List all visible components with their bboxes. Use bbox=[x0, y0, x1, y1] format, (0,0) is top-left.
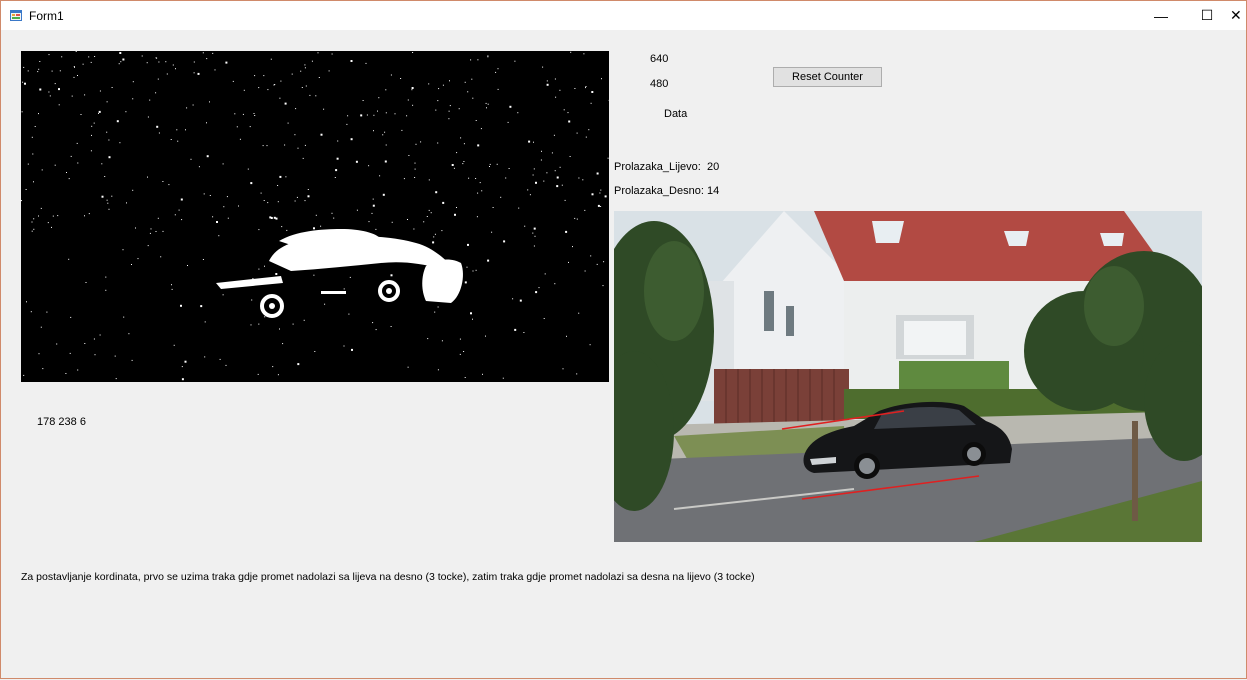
instructions-label: Za postavljanje kordinata, prvo se uzima… bbox=[21, 571, 755, 583]
camera-feed-image bbox=[614, 211, 1202, 542]
minimize-button[interactable]: — bbox=[1138, 1, 1184, 30]
frame-height-label: 480 bbox=[650, 78, 668, 90]
maximize-button[interactable]: ☐ bbox=[1184, 1, 1230, 30]
data-label: Data bbox=[664, 108, 687, 120]
close-icon: ✕ bbox=[1230, 7, 1242, 24]
title-bar[interactable]: Form1 — ☐ ✕ bbox=[1, 1, 1246, 30]
left-passes-count: 20 bbox=[707, 161, 719, 173]
pixel-value-readout: 178 238 6 bbox=[37, 416, 86, 428]
close-button[interactable]: ✕ bbox=[1230, 1, 1247, 30]
left-passes-label: Prolazaka_Lijevo: bbox=[614, 161, 701, 173]
maximize-icon: ☐ bbox=[1201, 7, 1214, 24]
camera-feed-picturebox[interactable] bbox=[614, 211, 1202, 542]
foreground-mask-picturebox[interactable] bbox=[21, 51, 609, 382]
form-app-icon bbox=[10, 10, 22, 21]
form-client-area: 640 480 Data Reset Counter Prolazaka_Lij… bbox=[1, 30, 1246, 680]
right-passes-label: Prolazaka_Desno: bbox=[614, 185, 704, 197]
frame-width-label: 640 bbox=[650, 53, 668, 65]
main-window: Form1 — ☐ ✕ bbox=[0, 0, 1247, 679]
right-passes-count: 14 bbox=[707, 185, 719, 197]
window-title: Form1 bbox=[29, 9, 64, 23]
minimize-icon: — bbox=[1154, 8, 1168, 24]
foreground-mask-image bbox=[21, 51, 609, 382]
reset-counter-button[interactable]: Reset Counter bbox=[773, 67, 882, 87]
